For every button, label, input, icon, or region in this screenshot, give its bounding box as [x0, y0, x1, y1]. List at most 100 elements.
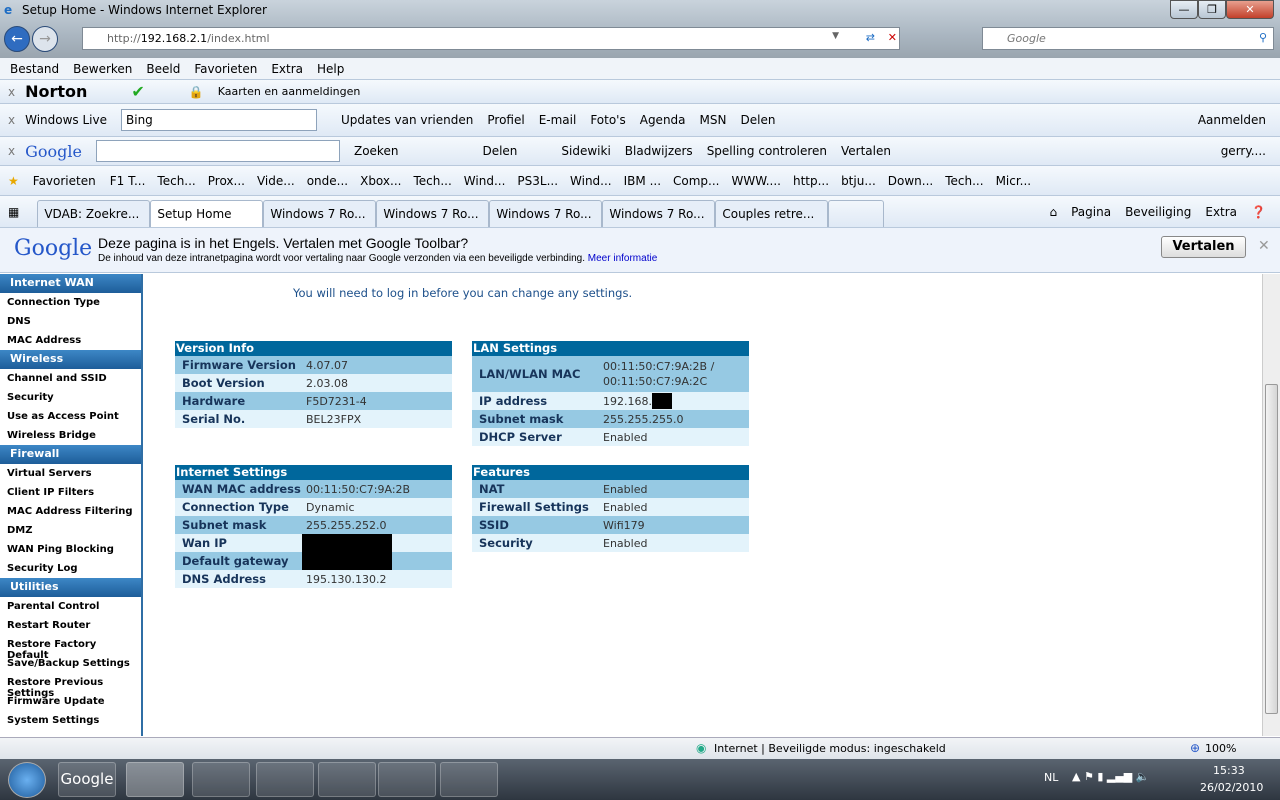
tab[interactable]: VDAB: Zoekre... — [37, 200, 151, 227]
favorite-link[interactable]: Comp... — [673, 174, 719, 188]
clock-date[interactable]: 26/02/2010 — [1200, 781, 1263, 794]
tab[interactable]: Windows 7 Ro... — [489, 200, 603, 227]
address-dropdown[interactable]: ▼ — [832, 31, 839, 41]
tab[interactable]: Couples retre... — [715, 200, 829, 227]
windows-live-logo[interactable]: Windows Live — [25, 113, 107, 127]
live-link[interactable]: E-mail — [539, 113, 577, 127]
close-toolbar-icon[interactable]: x — [8, 113, 15, 127]
favorite-link[interactable]: PS3L... — [517, 174, 558, 188]
translate-button[interactable]: Vertalen — [841, 144, 891, 158]
favorite-link[interactable]: Wind... — [464, 174, 506, 188]
taskbar-mail[interactable] — [256, 762, 314, 797]
taskbar-chrome[interactable] — [192, 762, 250, 797]
menu-favorieten[interactable]: Favorieten — [194, 62, 257, 76]
close-toolbar-icon[interactable]: x — [8, 85, 15, 99]
live-link[interactable]: MSN — [700, 113, 727, 127]
favorite-link[interactable]: Xbox... — [360, 174, 401, 188]
live-link[interactable]: Profiel — [487, 113, 524, 127]
close-toolbar-icon[interactable]: x — [8, 144, 15, 158]
favorite-link[interactable]: Vide... — [257, 174, 295, 188]
taskbar-media[interactable] — [378, 762, 436, 797]
scrollbar-thumb[interactable] — [1265, 384, 1278, 714]
sidebar-item-restart-router[interactable]: Restart Router — [0, 616, 141, 635]
favorite-link[interactable]: onde... — [307, 174, 348, 188]
tab[interactable]: Windows 7 Ro... — [602, 200, 716, 227]
more-info-link[interactable]: Meer informatie — [588, 253, 657, 264]
extra-menu[interactable]: Extra — [1205, 205, 1237, 219]
favorite-link[interactable]: Tech... — [413, 174, 451, 188]
menu-extra[interactable]: Extra — [271, 62, 303, 76]
sidebar-item-wireless-bridge[interactable]: Wireless Bridge — [0, 426, 141, 445]
favorite-link[interactable]: Tech... — [945, 174, 983, 188]
forward-button[interactable]: → — [32, 26, 58, 52]
language-indicator[interactable]: NL — [1044, 771, 1058, 784]
taskbar-google[interactable]: Google — [58, 762, 116, 797]
favorite-link[interactable]: IBM ... — [624, 174, 661, 188]
search-icon[interactable]: ⚲ — [1259, 31, 1267, 44]
taskbar-ie[interactable] — [126, 762, 184, 797]
refresh-icon[interactable]: ⇄ — [866, 31, 875, 44]
stop-icon[interactable]: ✕ — [888, 31, 897, 44]
sidebar-item-security-log[interactable]: Security Log — [0, 559, 141, 578]
menu-beeld[interactable]: Beeld — [146, 62, 180, 76]
new-tab-button[interactable] — [828, 200, 885, 227]
help-icon[interactable]: ❓ — [1251, 205, 1266, 219]
live-link[interactable]: Delen — [740, 113, 775, 127]
quick-tabs-icon[interactable]: ▦ — [8, 205, 19, 219]
favorite-link[interactable]: WWW.... — [732, 174, 781, 188]
live-link[interactable]: Foto's — [590, 113, 625, 127]
sidebar-item-client-ip-filters[interactable]: Client IP Filters — [0, 483, 141, 502]
tab[interactable]: Windows 7 Ro... — [376, 200, 490, 227]
translate-button[interactable]: Vertalen — [1161, 236, 1246, 258]
sidebar-item-dmz[interactable]: DMZ — [0, 521, 141, 540]
security-menu[interactable]: Beveiliging — [1125, 205, 1191, 219]
tab[interactable]: Windows 7 Ro... — [263, 200, 377, 227]
home-icon[interactable]: ⌂ — [1049, 205, 1057, 219]
favorites-button[interactable]: Favorieten — [33, 174, 96, 188]
taskbar-explorer[interactable] — [440, 762, 498, 797]
sidebar-item-wan-ping-blocking[interactable]: WAN Ping Blocking — [0, 540, 141, 559]
sidebar-item-mac-address[interactable]: MAC Address — [0, 331, 141, 350]
sidebar-item-mac-address-filtering[interactable]: MAC Address Filtering — [0, 502, 141, 521]
bing-search-input[interactable]: Bing — [121, 109, 317, 131]
back-button[interactable]: ← — [4, 26, 30, 52]
sidebar-item-parental-control[interactable]: Parental Control — [0, 597, 141, 616]
vertical-scrollbar[interactable] — [1262, 274, 1280, 736]
favorite-link[interactable]: btju... — [841, 174, 876, 188]
favorite-link[interactable]: Tech... — [157, 174, 195, 188]
bookmarks-button[interactable]: Bladwijzers — [625, 144, 693, 158]
sidebar-item-dns[interactable]: DNS — [0, 312, 141, 331]
sidebar-item-virtual-servers[interactable]: Virtual Servers — [0, 464, 141, 483]
favorite-link[interactable]: http... — [793, 174, 829, 188]
sidebar-item-use-as-access-point[interactable]: Use as Access Point — [0, 407, 141, 426]
spellcheck-button[interactable]: Spelling controleren — [707, 144, 827, 158]
menu-bestand[interactable]: Bestand — [10, 62, 59, 76]
search-button[interactable]: Zoeken — [354, 144, 398, 158]
sidewiki-button[interactable]: Sidewiki — [561, 144, 610, 158]
google-search-input[interactable] — [95, 140, 340, 162]
tray-icons[interactable]: ▲ ⚑ ▮ ▂▄▆ 🔈 — [1072, 770, 1149, 783]
favorite-link[interactable]: F1 T... — [110, 174, 146, 188]
share-button[interactable]: Delen — [482, 144, 517, 158]
restore-button[interactable]: ❐ — [1198, 0, 1226, 19]
page-menu[interactable]: Pagina — [1071, 205, 1111, 219]
live-link[interactable]: Updates van vrienden — [341, 113, 473, 127]
cards-button[interactable]: Kaarten en aanmeldingen — [218, 85, 361, 98]
start-button[interactable] — [8, 762, 46, 798]
favorite-link[interactable]: Wind... — [570, 174, 612, 188]
search-box[interactable]: Google ⚲ — [982, 27, 1274, 50]
menu-bewerken[interactable]: Bewerken — [73, 62, 132, 76]
sidebar-item-security[interactable]: Security — [0, 388, 141, 407]
sidebar-item-restore-factory-default[interactable]: Restore Factory Default — [0, 635, 141, 661]
account-button[interactable]: gerry.... — [1221, 144, 1266, 158]
clock-time[interactable]: 15:33 — [1213, 764, 1245, 777]
sidebar-item-restore-previous-settings[interactable]: Restore Previous Settings — [0, 673, 141, 699]
live-link[interactable]: Agenda — [640, 113, 686, 127]
signin-button[interactable]: Aanmelden — [1198, 113, 1266, 127]
norton-logo[interactable]: Norton — [25, 82, 87, 101]
check-icon[interactable]: ✔ — [131, 82, 144, 101]
favorite-link[interactable]: Down... — [888, 174, 933, 188]
close-infobar-icon[interactable]: ✕ — [1258, 238, 1270, 254]
favorite-link[interactable]: Micr... — [996, 174, 1032, 188]
menu-help[interactable]: Help — [317, 62, 344, 76]
